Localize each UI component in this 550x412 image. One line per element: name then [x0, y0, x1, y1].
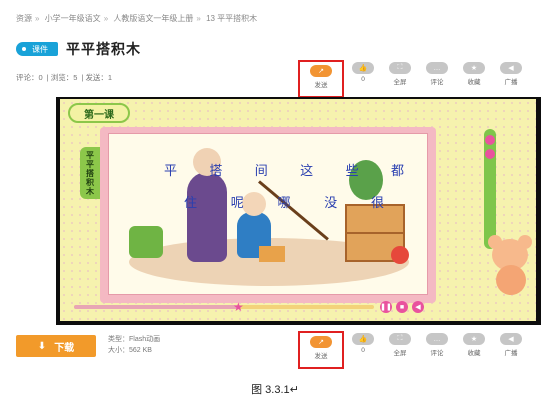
poem-char: 很 [370, 196, 384, 211]
breadcrumb-item: 13 平平搭积木 [206, 14, 258, 23]
fullscreen-icon: ⛶ [389, 62, 411, 74]
like-count: 0 [361, 76, 365, 83]
send-button[interactable]: ↗ 发送 [298, 331, 344, 369]
fullscreen-label: 全屏 [393, 79, 407, 86]
toy-blocks [259, 246, 285, 262]
progress-knob[interactable]: ★ [233, 301, 245, 313]
tag-dot [22, 47, 26, 51]
breadcrumb-item[interactable]: 资源 [16, 14, 32, 23]
download-button[interactable]: ⬇ 下载 [16, 335, 96, 357]
send-icon: ↗ [310, 336, 332, 348]
page-title: 平平搭积木 [66, 41, 141, 57]
broadcast-icon: ◀ [500, 333, 522, 345]
playback-progress[interactable]: ★ [74, 301, 374, 313]
broadcast-label: 广播 [504, 79, 518, 86]
breadcrumb-separator: » [35, 14, 40, 23]
fullscreen-button[interactable]: ⛶ 全屏 [384, 333, 416, 357]
fullscreen-button[interactable]: ⛶ 全屏 [384, 62, 416, 86]
comment-icon: … [426, 333, 448, 345]
poem-char: 间 [254, 164, 268, 179]
download-row: ⬇ 下载 [16, 335, 96, 357]
poem-char: 这 [300, 164, 314, 179]
pause-button[interactable]: ❚❚ [380, 301, 392, 313]
like-button[interactable]: 👍 0 [347, 333, 379, 357]
breadcrumb-item[interactable]: 小学一年级语文 [45, 14, 101, 23]
file-type: 类型：Flash动画 [108, 336, 161, 343]
flash-player[interactable]: 第一课 平平搭积木 平 搭 间 这 些 都 住 呢 哪 没 很 ★ ❚❚ ■ ◀ [56, 97, 541, 325]
poem-char: 搭 [209, 164, 223, 179]
animation-stage: 第一课 平平搭积木 平 搭 间 这 些 都 住 呢 哪 没 很 ★ ❚❚ ■ ◀ [60, 99, 536, 321]
file-size: 大小：562 KB [108, 347, 152, 354]
favorite-button[interactable]: ★ 收藏 [458, 333, 490, 357]
poem-char: 都 [390, 164, 404, 179]
title-row: 课件 平平搭积木 [16, 40, 141, 58]
ball [391, 246, 409, 264]
comment-icon: … [426, 62, 448, 74]
poem-line-2: 住 呢 哪 没 很 [184, 192, 384, 211]
chair [129, 226, 163, 258]
playback-controls: ❚❚ ■ ◀ [380, 301, 428, 313]
favorite-label: 收藏 [467, 350, 481, 357]
book-page: 平 搭 间 这 些 都 住 呢 哪 没 很 [108, 133, 428, 295]
view-count: 浏览：5 [50, 73, 78, 82]
grandpa-figure [187, 148, 227, 262]
star-icon: ★ [463, 333, 485, 345]
spine-tab: 平平搭积木 [80, 147, 100, 199]
download-label: 下载 [54, 342, 75, 354]
comment-button[interactable]: … 评论 [421, 333, 453, 357]
book-frame: 平平搭积木 平 搭 间 这 些 都 住 呢 哪 没 很 [80, 127, 436, 303]
breadcrumb-separator: » [103, 14, 109, 23]
category-tag-label: 课件 [32, 44, 48, 54]
breadcrumb-separator: » [196, 14, 201, 23]
send-button[interactable]: ↗ 发送 [298, 60, 344, 98]
category-tag: 课件 [16, 42, 58, 56]
action-toolbar-top: ↗ 发送 👍 0 ⛶ 全屏 … 评论 ★ 收藏 ◀ 广播 [298, 60, 532, 98]
bear-body [496, 265, 526, 295]
broadcast-button[interactable]: ◀ 广播 [495, 62, 527, 86]
poem-char: 些 [345, 164, 359, 179]
poem-char: 没 [324, 196, 338, 211]
download-icon: ⬇ [37, 340, 47, 352]
broadcast-label: 广播 [504, 350, 518, 357]
stop-button[interactable]: ■ [396, 301, 408, 313]
progress-fill [74, 305, 239, 309]
star-icon: ★ [463, 62, 485, 74]
comment-label: 评论 [430, 79, 444, 86]
poem-char: 平 [164, 164, 178, 179]
fullscreen-icon: ⛶ [389, 333, 411, 345]
like-count: 0 [361, 347, 365, 354]
like-button[interactable]: 👍 0 [347, 62, 379, 86]
poem-line-1: 平 搭 间 这 些 都 [164, 160, 404, 179]
figure-caption: 图 3.3.1↵ [251, 384, 299, 396]
side-rail [484, 129, 496, 249]
like-icon: 👍 [352, 62, 374, 74]
breadcrumb-item[interactable]: 人教版语文一年级上册 [113, 14, 193, 23]
send-label: 发送 [314, 353, 328, 360]
broadcast-button[interactable]: ◀ 广播 [495, 333, 527, 357]
comment-button[interactable]: … 评论 [421, 62, 453, 86]
send-label: 发送 [314, 82, 328, 89]
poem-char: 哪 [277, 196, 291, 211]
cabinet-shelf [347, 232, 403, 234]
stats-row: 评论：0 | 浏览：5 | 发送：1 [16, 73, 113, 82]
file-meta: 类型：Flash动画 大小：562 KB [108, 334, 160, 356]
favorite-button[interactable]: ★ 收藏 [458, 62, 490, 86]
send-icon: ↗ [310, 65, 332, 77]
action-toolbar-bottom: ↗ 发送 👍 0 ⛶ 全屏 … 评论 ★ 收藏 ◀ 广播 [298, 331, 532, 369]
comment-label: 评论 [430, 350, 444, 357]
favorite-label: 收藏 [467, 79, 481, 86]
fullscreen-label: 全屏 [393, 350, 407, 357]
teddy-bear [488, 235, 534, 297]
poem-char: 呢 [230, 196, 244, 211]
like-icon: 👍 [352, 333, 374, 345]
poem-char: 住 [184, 196, 198, 211]
lesson-badge: 第一课 [68, 103, 130, 123]
rail-bulb [485, 149, 495, 159]
send-count: 发送：1 [85, 73, 113, 82]
breadcrumb: 资源» 小学一年级语文» 人教版语文一年级上册» 13 平平搭积木 [16, 13, 257, 24]
comment-count: 评论：0 [16, 73, 43, 82]
rail-bulb [485, 135, 495, 145]
volume-button[interactable]: ◀ [412, 301, 424, 313]
broadcast-icon: ◀ [500, 62, 522, 74]
